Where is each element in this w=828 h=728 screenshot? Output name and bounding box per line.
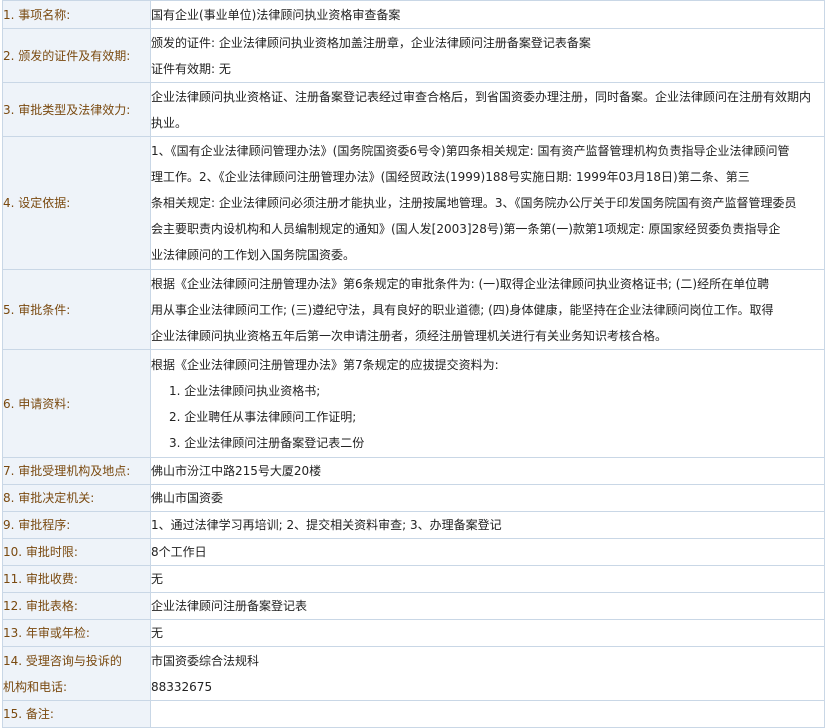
row-value-line: 佛山市国资委 [151,491,224,505]
row-value-line: 88332675 [151,679,213,694]
row-value-line: 业法律顾问的工作划入国务院国资委。 [151,248,356,262]
table-row: 6. 申请资料: 根据《企业法律顾问注册管理办法》第7条规定的应拔提交资料为: 1.… [2,349,825,458]
row-value-line: 根据《企业法律顾问注册管理办法》第7条规定的应拔提交资料为: [151,357,499,372]
row-value-line: 1、《国有企业法律顾问管理办法》(国务院国资委6号令)第四条相关规定: 国有资产… [151,144,790,158]
row-value-line: 8个工作日 [151,545,207,559]
table-row: 10. 审批时限: 8个工作日 [2,538,825,566]
table-row: 9. 审批程序: 1、通过法律学习再培训; 2、提交相关资料审查; 3、办理备案登… [2,511,825,539]
row-label: 3. 审批类型及法律效力: [2,82,151,137]
row-value: 1、《国有企业法律顾问管理办法》(国务院国资委6号令)第四条相关规定: 国有资产… [150,136,825,270]
table-row: 5. 审批条件: 根据《企业法律顾问注册管理办法》第6条规定的审批条件为: (一)… [2,269,825,350]
table-row: 1. 事项名称: 国有企业(事业单位)法律顾问执业资格审查备案 [2,0,825,29]
row-value: 1、通过法律学习再培训; 2、提交相关资料审查; 3、办理备案登记 [150,511,825,539]
document-item: 1. 企业法律顾问执业资格书; [169,383,321,398]
row-value-line: 执业。 [151,115,188,130]
row-label: 8. 审批决定机关: [2,484,151,512]
table-row: 13. 年审或年检: 无 [2,619,825,647]
approval-info-table: 1. 事项名称: 国有企业(事业单位)法律顾问执业资格审查备案 2. 颁发的证件及有… [2,0,825,728]
row-value: 企业法律顾问执业资格证、注册备案登记表经过审查合格后，到省国资委办理注册，同时备… [150,82,825,137]
row-label: 13. 年审或年检: [2,619,151,647]
row-value-line: 无 [151,572,164,586]
row-label: 9. 审批程序: [2,511,151,539]
row-label: 11. 审批收费: [2,565,151,593]
table-row: 2. 颁发的证件及有效期: 颁发的证件: 企业法律顾问执业资格加盖注册章，企业法律… [2,28,825,83]
document-item: 2. 企业聘任从事法律顾问工作证明; [169,409,357,424]
row-value: 市国资委综合法规科 88332675 [150,646,825,701]
row-value: 企业法律顾问注册备案登记表 [150,592,825,620]
row-value-line: 企业法律顾问执业资格证、注册备案登记表经过审查合格后，到省国资委办理注册，同时备… [151,89,812,104]
table-row: 12. 审批表格: 企业法律顾问注册备案登记表 [2,592,825,620]
row-label: 1. 事项名称: [2,0,151,29]
table-row: 3. 审批类型及法律效力: 企业法律顾问执业资格证、注册备案登记表经过审查合格后，… [2,82,825,137]
row-label-line: 机构和电话: [3,679,68,694]
row-value-line: 根据《企业法律顾问注册管理办法》第6条规定的审批条件为: (一)取得企业法律顾问… [151,276,770,291]
row-label: 4. 设定依据: [2,136,151,270]
row-value-line: 市国资委综合法规科 [151,653,260,668]
row-value-line: 1、通过法律学习再培训; 2、提交相关资料审查; 3、办理备案登记 [151,518,502,532]
row-value-line: 用从事企业法律顾问工作; (三)遵纪守法，具有良好的职业道德; (四)身体健康，… [151,302,774,317]
table-row: 4. 设定依据: 1、《国有企业法律顾问管理办法》(国务院国资委6号令)第四条相关… [2,136,825,270]
row-label: 14. 受理咨询与投诉的 机构和电话: [2,646,151,701]
row-label: 6. 申请资料: [2,349,151,458]
row-value-line: 无 [151,626,164,640]
row-value: 无 [150,565,825,593]
row-label: 15. 备注: [2,700,151,728]
document-item: 3. 企业法律顾问注册备案登记表二份 [169,435,365,450]
row-value [150,700,825,728]
row-value-line: 颁发的证件: 企业法律顾问执业资格加盖注册章，企业法律顾问注册备案登记表备案 [151,35,591,50]
row-value-line: 证件有效期: 无 [151,61,231,76]
row-label: 2. 颁发的证件及有效期: [2,28,151,83]
row-label: 12. 审批表格: [2,592,151,620]
row-value: 颁发的证件: 企业法律顾问执业资格加盖注册章，企业法律顾问注册备案登记表备案 证件… [150,28,825,83]
row-label-line: 14. 受理咨询与投诉的 [3,653,122,668]
row-value: 根据《企业法律顾问注册管理办法》第6条规定的审批条件为: (一)取得企业法律顾问… [150,269,825,350]
row-value-line: 国有企业(事业单位)法律顾问执业资格审查备案 [151,7,401,22]
table-body: 1. 事项名称: 国有企业(事业单位)法律顾问执业资格审查备案 2. 颁发的证件及有… [2,0,825,728]
row-value-line: 佛山市汾江中路215号大厦20楼 [151,464,322,478]
row-value-line: 企业法律顾问注册备案登记表 [151,599,308,613]
row-label: 10. 审批时限: [2,538,151,566]
row-value: 国有企业(事业单位)法律顾问执业资格审查备案 [150,0,825,29]
row-value: 佛山市国资委 [150,484,825,512]
row-value: 根据《企业法律顾问注册管理办法》第7条规定的应拔提交资料为: 1. 企业法律顾问执… [150,349,825,458]
row-label: 7. 审批受理机构及地点: [2,457,151,485]
row-value-line: 条相关规定: 企业法律顾问必须注册才能执业，注册按属地管理。3、《国务院办公厅关… [151,196,797,210]
row-label: 5. 审批条件: [2,269,151,350]
table-row: 8. 审批决定机关: 佛山市国资委 [2,484,825,512]
table-row: 14. 受理咨询与投诉的 机构和电话: 市国资委综合法规科 88332675 [2,646,825,701]
row-value-line: 理工作。2、《企业法律顾问注册管理办法》(国经贸政法(1999)188号实施日期… [151,170,750,184]
row-value-line: 会主要职责内设机构和人员编制规定的通知》(国人发[2003]28号)第一条第(一… [151,222,781,236]
table-row: 7. 审批受理机构及地点: 佛山市汾江中路215号大厦20楼 [2,457,825,485]
table-row: 15. 备注: [2,700,825,728]
row-value: 无 [150,619,825,647]
row-value: 佛山市汾江中路215号大厦20楼 [150,457,825,485]
row-value: 8个工作日 [150,538,825,566]
table-row: 11. 审批收费: 无 [2,565,825,593]
row-value-line: 企业法律顾问执业资格五年后第一次申请注册者，须经注册管理机关进行有关业务知识考核… [151,328,668,343]
